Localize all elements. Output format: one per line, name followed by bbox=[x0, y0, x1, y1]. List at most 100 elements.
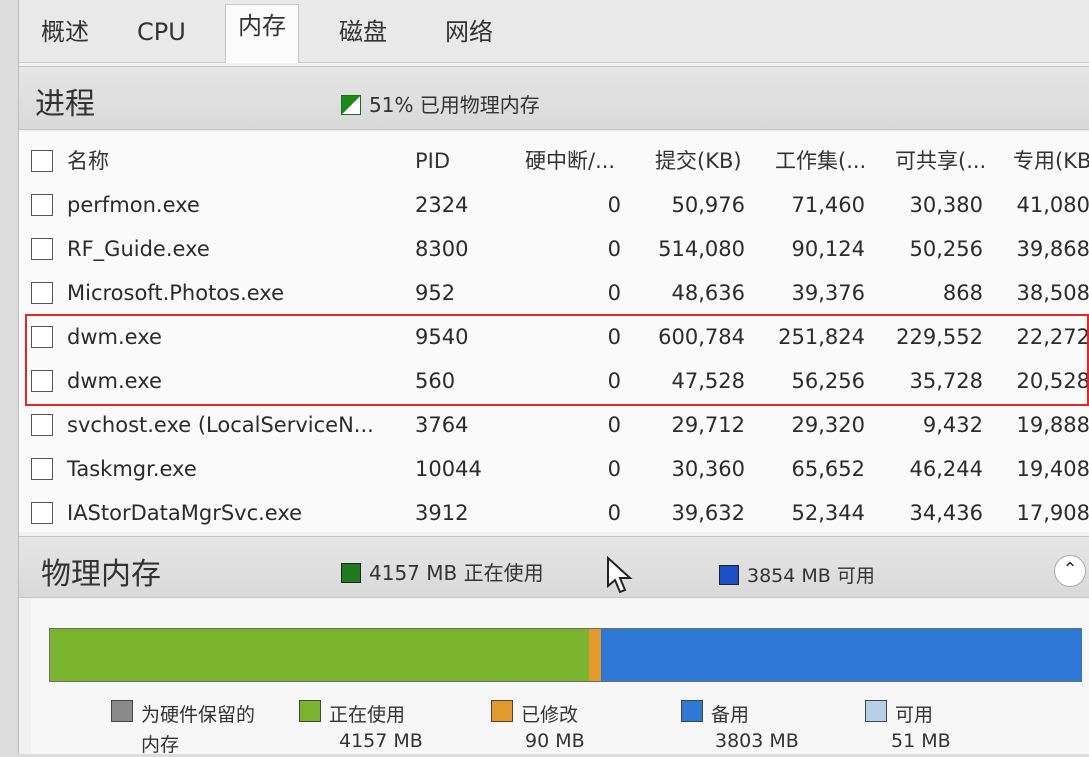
reserved-swatch-icon bbox=[111, 700, 133, 722]
process-shareable: 50,256 bbox=[909, 237, 983, 261]
tab-network[interactable]: 网络 bbox=[433, 12, 505, 52]
process-pid: 560 bbox=[415, 369, 456, 393]
table-row[interactable]: perfmon.exe 2324 0 50,976 71,460 30,380 … bbox=[19, 184, 1089, 226]
process-commit: 47,528 bbox=[671, 369, 745, 393]
in-use-summary: 4157 MB 正在使用 bbox=[341, 557, 544, 586]
tab-memory[interactable]: 内存 bbox=[225, 4, 299, 63]
row-checkbox[interactable] bbox=[31, 414, 53, 436]
usage-indicator-icon bbox=[341, 95, 361, 115]
mouse-pointer-icon bbox=[607, 556, 633, 594]
process-hard-faults: 0 bbox=[607, 237, 621, 261]
process-name: RF_Guide.exe bbox=[67, 237, 210, 261]
process-pid: 2324 bbox=[415, 193, 469, 217]
process-working-set: 71,460 bbox=[791, 193, 865, 217]
process-working-set: 65,652 bbox=[791, 457, 865, 481]
table-row[interactable]: svchost.exe (LocalServiceN... 3764 0 29,… bbox=[19, 404, 1089, 446]
process-private: 41,080 bbox=[1016, 193, 1089, 217]
process-pid: 952 bbox=[415, 281, 456, 305]
collapse-chevron-icon[interactable]: ⌃ bbox=[1054, 555, 1086, 587]
table-row[interactable]: dwm.exe 9540 0 600,784 251,824 229,552 2… bbox=[19, 316, 1089, 358]
column-header-working-set[interactable]: 工作集(... bbox=[775, 140, 885, 182]
process-private: 39,868 bbox=[1016, 237, 1089, 261]
process-hard-faults: 0 bbox=[607, 193, 621, 217]
table-row[interactable]: IAStorDataMgrSvc.exe 3912 0 39,632 52,34… bbox=[19, 492, 1089, 534]
column-header-shareable[interactable]: 可共享(... bbox=[895, 140, 999, 182]
physical-memory-usage-summary: 51% 已用物理内存 bbox=[341, 89, 540, 118]
tab-cpu[interactable]: CPU bbox=[125, 12, 198, 52]
select-all-checkbox[interactable] bbox=[31, 150, 53, 172]
process-shareable: 30,380 bbox=[909, 193, 983, 217]
process-private: 22,272 bbox=[1016, 325, 1089, 349]
process-hard-faults: 0 bbox=[607, 281, 621, 305]
memory-bar-segment-standby bbox=[601, 629, 1082, 681]
table-row[interactable]: dwm.exe 560 0 47,528 56,256 35,728 20,52… bbox=[19, 360, 1089, 402]
process-private: 20,528 bbox=[1016, 369, 1089, 393]
task-manager-window: 概述 CPU 内存 磁盘 网络 进程 51% 已用物理内存 名称 PID 硬中断… bbox=[18, 0, 1089, 756]
process-section-header[interactable]: 进程 51% 已用物理内存 bbox=[19, 66, 1089, 130]
row-checkbox[interactable] bbox=[31, 370, 53, 392]
process-name: Microsoft.Photos.exe bbox=[67, 281, 285, 305]
process-shareable: 35,728 bbox=[909, 369, 983, 393]
process-section-title: 进程 bbox=[35, 87, 95, 122]
free-swatch-icon bbox=[865, 700, 887, 722]
column-header-commit[interactable]: 提交(KB) bbox=[655, 140, 765, 182]
process-hard-faults: 0 bbox=[607, 413, 621, 437]
column-header-private[interactable]: 专用(KB bbox=[1013, 140, 1089, 182]
process-table: 名称 PID 硬中断/... 提交(KB) 工作集(... 可共享(... 专用… bbox=[19, 132, 1089, 532]
process-pid: 10044 bbox=[415, 457, 482, 481]
process-name: svchost.exe (LocalServiceN... bbox=[67, 413, 374, 437]
process-working-set: 39,376 bbox=[791, 281, 865, 305]
process-commit: 30,360 bbox=[671, 457, 745, 481]
table-row[interactable]: RF_Guide.exe 8300 0 514,080 90,124 50,25… bbox=[19, 228, 1089, 270]
available-indicator-icon bbox=[719, 565, 739, 585]
process-pid: 3912 bbox=[415, 501, 469, 525]
process-working-set: 29,320 bbox=[791, 413, 865, 437]
row-checkbox[interactable] bbox=[31, 194, 53, 216]
process-name: perfmon.exe bbox=[67, 193, 200, 217]
legend-item-in-use: 正在使用 4157 MB bbox=[299, 700, 423, 752]
process-name: dwm.exe bbox=[67, 369, 162, 393]
process-name: IAStorDataMgrSvc.exe bbox=[67, 501, 303, 525]
tab-bar: 概述 CPU 内存 磁盘 网络 bbox=[19, 0, 1089, 63]
column-header-pid[interactable]: PID bbox=[415, 140, 505, 182]
available-summary: 3854 MB 可用 bbox=[719, 561, 875, 588]
process-shareable: 9,432 bbox=[922, 413, 983, 437]
process-private: 17,908 bbox=[1016, 501, 1089, 525]
process-private: 19,888 bbox=[1016, 413, 1089, 437]
legend-item-modified: 已修改 90 MB bbox=[491, 700, 585, 752]
process-shareable: 46,244 bbox=[909, 457, 983, 481]
row-checkbox[interactable] bbox=[31, 282, 53, 304]
table-row[interactable]: Microsoft.Photos.exe 952 0 48,636 39,376… bbox=[19, 272, 1089, 314]
process-shareable: 34,436 bbox=[909, 501, 983, 525]
modified-swatch-icon bbox=[491, 700, 513, 722]
process-pid: 3764 bbox=[415, 413, 469, 437]
process-working-set: 90,124 bbox=[791, 237, 865, 261]
process-commit: 29,712 bbox=[671, 413, 745, 437]
tab-disk[interactable]: 磁盘 bbox=[327, 12, 399, 52]
process-commit: 39,632 bbox=[671, 501, 745, 525]
physical-memory-section-header[interactable]: 物理内存 4157 MB 正在使用 3854 MB 可用 ⌃ bbox=[19, 536, 1089, 598]
process-hard-faults: 0 bbox=[607, 325, 621, 349]
row-checkbox[interactable] bbox=[31, 502, 53, 524]
row-checkbox[interactable] bbox=[31, 326, 53, 348]
memory-bar-panel: 为硬件保留的 内存 正在使用 4157 MB 已修改 90 MB 备用 3803… bbox=[31, 598, 1089, 756]
process-private: 38,508 bbox=[1016, 281, 1089, 305]
process-shareable: 229,552 bbox=[896, 325, 983, 349]
process-hard-faults: 0 bbox=[607, 457, 621, 481]
process-commit: 600,784 bbox=[658, 325, 745, 349]
standby-swatch-icon bbox=[681, 700, 703, 722]
row-checkbox[interactable] bbox=[31, 238, 53, 260]
process-working-set: 56,256 bbox=[791, 369, 865, 393]
process-pid: 8300 bbox=[415, 237, 469, 261]
table-row[interactable]: Taskmgr.exe 10044 0 30,360 65,652 46,244… bbox=[19, 448, 1089, 490]
process-hard-faults: 0 bbox=[607, 369, 621, 393]
memory-bar-segment-in-use bbox=[50, 629, 589, 681]
process-commit: 48,636 bbox=[671, 281, 745, 305]
column-header-hard-faults[interactable]: 硬中断/... bbox=[525, 140, 635, 182]
tab-overview[interactable]: 概述 bbox=[29, 12, 101, 52]
column-header-name[interactable]: 名称 bbox=[67, 140, 367, 182]
memory-bar-segment-modified bbox=[589, 629, 601, 681]
process-shareable: 868 bbox=[942, 281, 983, 305]
row-checkbox[interactable] bbox=[31, 458, 53, 480]
memory-usage-bar bbox=[49, 628, 1082, 682]
